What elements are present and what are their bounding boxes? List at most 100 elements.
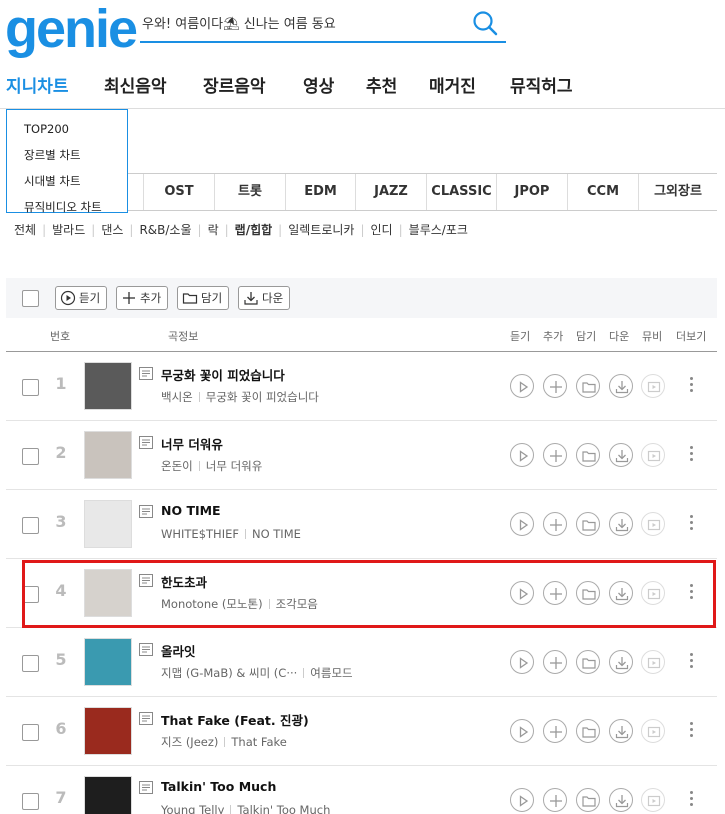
album-cover[interactable] [84,569,132,617]
more-options-icon[interactable] [690,377,694,393]
save-button[interactable] [576,581,600,605]
save-selected-button[interactable]: 담기 [177,286,230,310]
album-cover[interactable] [84,776,132,814]
download-button[interactable] [609,512,633,536]
song-title[interactable]: Talkin' Too Much [161,779,276,794]
add-button[interactable] [543,719,567,743]
save-button[interactable] [576,443,600,467]
add-button[interactable] [543,443,567,467]
lyrics-icon[interactable] [139,505,153,518]
add-selected-button[interactable]: 추가 [116,286,169,310]
album-name[interactable]: 조각모음 [276,597,318,611]
album-cover[interactable] [84,431,132,479]
nav-item-video[interactable]: 영상 [303,72,334,97]
mv-button[interactable] [641,443,665,467]
download-selected-button[interactable]: 다운 [238,286,291,310]
tab-jpop[interactable]: JPOP [496,174,567,210]
subgenre-dance[interactable]: 댄스 [101,221,123,238]
more-options-icon[interactable] [690,446,694,462]
subgenre-all[interactable]: 전체 [14,221,36,238]
subgenre-ballad[interactable]: 발라드 [52,221,85,238]
lyrics-icon[interactable] [139,367,153,380]
row-checkbox[interactable] [22,586,39,603]
tab-other-genres[interactable]: 그외장르 [638,174,717,210]
lyrics-icon[interactable] [139,781,153,794]
more-options-icon[interactable] [690,653,694,669]
song-title[interactable]: 한도초과 [161,572,207,591]
add-button[interactable] [543,374,567,398]
table-row[interactable]: 4 한도초과 Monotone (모노톤) 조각모음 [6,559,717,628]
save-button[interactable] [576,788,600,812]
lyrics-icon[interactable] [139,436,153,449]
tab-jazz[interactable]: JAZZ [355,174,426,210]
play-button[interactable] [510,581,534,605]
add-button[interactable] [543,650,567,674]
tab-ost[interactable]: OST [143,174,214,210]
dropdown-item-top200[interactable]: TOP200 [24,122,69,136]
save-button[interactable] [576,512,600,536]
download-button[interactable] [609,374,633,398]
album-name[interactable]: Talkin' Too Much [237,803,330,814]
save-button[interactable] [576,374,600,398]
subgenre-rap-hiphop[interactable]: 랩/힙합 [235,221,273,238]
nav-item-magazine[interactable]: 매거진 [429,72,476,97]
more-options-icon[interactable] [690,584,694,600]
search-input[interactable] [142,12,462,36]
table-row[interactable]: 6 That Fake (Feat. 진광) 지즈 (Jeez) That Fake [6,697,717,766]
artist-name[interactable]: Monotone (모노톤) [161,597,263,611]
add-button[interactable] [543,512,567,536]
album-cover[interactable] [84,638,132,686]
nav-item-recommend[interactable]: 추천 [366,72,397,97]
subgenre-indie[interactable]: 인디 [371,221,393,238]
row-checkbox[interactable] [22,724,39,741]
album-name[interactable]: NO TIME [252,527,301,541]
album-cover[interactable] [84,707,132,755]
row-checkbox[interactable] [22,655,39,672]
song-title[interactable]: 너무 더워유 [161,434,223,453]
mv-button[interactable] [641,374,665,398]
tab-classic[interactable]: CLASSIC [426,174,496,210]
row-checkbox[interactable] [22,517,39,534]
subgenre-rock[interactable]: 락 [208,221,219,238]
download-button[interactable] [609,719,633,743]
subgenre-rnb-soul[interactable]: R&B/소울 [139,221,191,238]
add-button[interactable] [543,581,567,605]
song-title[interactable]: That Fake (Feat. 진광) [161,710,309,729]
artist-name[interactable]: WHITE$THIEF [161,527,239,541]
lyrics-icon[interactable] [139,574,153,587]
row-checkbox[interactable] [22,379,39,396]
play-button[interactable] [510,512,534,536]
artist-name[interactable]: 지즈 (Jeez) [161,735,218,749]
artist-name[interactable]: 백시온 [161,390,193,404]
tab-edm[interactable]: EDM [285,174,355,210]
nav-item-genre-music[interactable]: 장르음악 [203,72,266,97]
album-name[interactable]: 여름모드 [310,666,352,680]
row-checkbox[interactable] [22,793,39,810]
mv-button[interactable] [641,788,665,812]
artist-name[interactable]: 온돈이 [161,459,193,473]
lyrics-icon[interactable] [139,712,153,725]
song-title[interactable]: NO TIME [161,503,221,518]
mv-button[interactable] [641,719,665,743]
album-name[interactable]: 무궁화 꽃이 피었습니다 [206,390,319,404]
mv-button[interactable] [641,581,665,605]
artist-name[interactable]: Young Telly [161,803,224,814]
dropdown-item-era-chart[interactable]: 시대별 차트 [24,173,81,189]
more-options-icon[interactable] [690,791,694,807]
nav-item-music-hug[interactable]: 뮤직허그 [510,72,573,97]
download-button[interactable] [609,650,633,674]
mv-button[interactable] [641,512,665,536]
search-icon[interactable] [472,10,498,36]
album-name[interactable]: 너무 더워유 [206,459,263,473]
play-button[interactable] [510,374,534,398]
select-all-checkbox[interactable] [22,290,39,307]
nav-item-latest-music[interactable]: 최신음악 [104,72,167,97]
genie-logo[interactable]: genie [5,0,138,58]
play-button[interactable] [510,788,534,812]
download-button[interactable] [609,443,633,467]
listen-selected-button[interactable]: 듣기 [55,286,108,310]
row-checkbox[interactable] [22,448,39,465]
table-row[interactable]: 2 너무 더워유 온돈이 너무 더워유 [6,421,717,490]
nav-item-genie-chart[interactable]: 지니차트 [6,72,69,97]
table-row[interactable]: 3 NO TIME WHITE$THIEF NO TIME [6,490,717,559]
